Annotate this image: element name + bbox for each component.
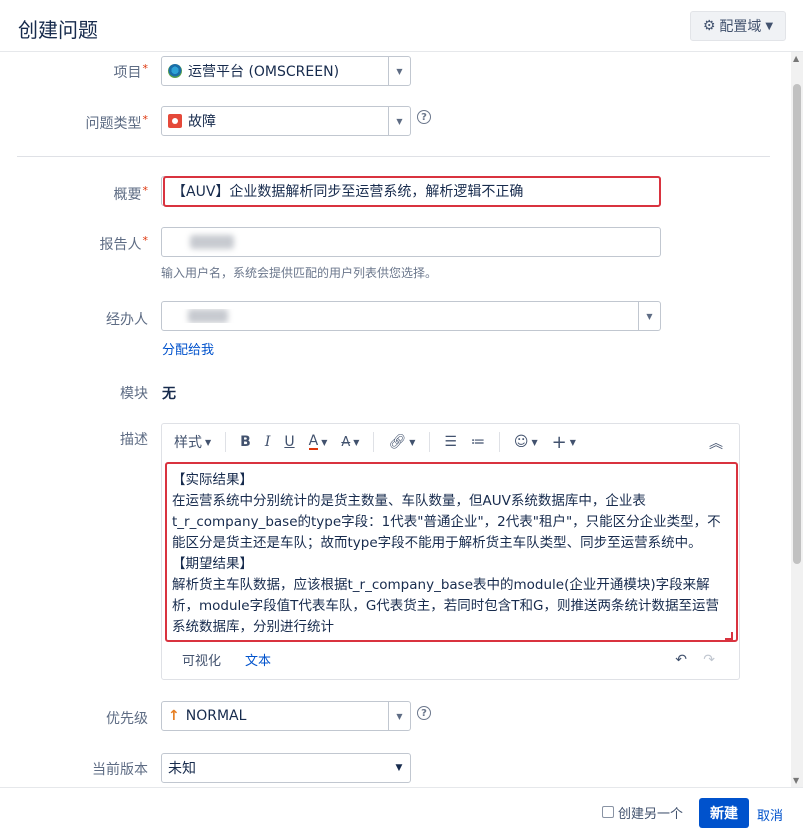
chevron-down-icon: ▼	[353, 437, 360, 447]
visual-mode-tab[interactable]: 可视化	[182, 650, 221, 669]
bullet-list-button[interactable]: ☰	[444, 434, 457, 450]
resize-handle[interactable]	[725, 632, 733, 640]
toolbar-separator	[225, 432, 227, 452]
more-formatting-button[interactable]: A ▼	[341, 435, 359, 450]
issue-type-select[interactable]: 故障 ▼	[161, 106, 411, 136]
plus-icon: +	[551, 431, 567, 453]
link-button[interactable]: 🔗︎ ▼	[388, 434, 415, 450]
dialog-footer: 创建另一个 新建 取消	[0, 787, 803, 837]
arrow-up-icon: ↑	[168, 708, 180, 724]
priority-dropdown-icon[interactable]: ▼	[388, 702, 410, 730]
project-label: 项目*	[113, 62, 149, 81]
section-divider	[17, 156, 770, 157]
version-select[interactable]: 未知 ▼	[161, 753, 411, 783]
style-dropdown[interactable]: 样式 ▼	[174, 432, 211, 452]
component-label: 模块	[120, 386, 148, 402]
emoji-icon: ☺	[513, 434, 529, 450]
description-label: 描述	[120, 432, 148, 448]
help-icon[interactable]: ?	[417, 110, 431, 124]
project-value: 运营平台 (OMSCREEN)	[188, 64, 340, 80]
component-value: 无	[162, 386, 176, 402]
dialog-scrollbar[interactable]: ▲ ▼	[791, 52, 803, 787]
configure-fields-button[interactable]: ⚙ 配置域 ▼	[690, 11, 786, 41]
summary-highlight-box	[163, 176, 661, 207]
project-select[interactable]: 运营平台 (OMSCREEN) ▼	[161, 56, 411, 86]
help-icon[interactable]: ?	[417, 706, 431, 720]
chevron-down-icon: ▼	[531, 437, 538, 447]
assignee-label: 经办人	[106, 312, 148, 328]
numbered-list-icon: ≔	[470, 434, 485, 450]
toolbar-separator	[498, 432, 500, 452]
bold-button[interactable]: B	[240, 434, 251, 450]
assignee-redacted-name	[188, 309, 228, 323]
version-dropdown-icon[interactable]: ▼	[388, 763, 410, 773]
priority-value: NORMAL	[185, 708, 247, 724]
caret-down-icon: ▼	[765, 20, 774, 32]
assignee-select[interactable]: ▼	[161, 301, 661, 331]
dialog-title: 创建问题	[18, 18, 98, 42]
text-mode-tab[interactable]: 文本	[245, 650, 271, 669]
summary-label: 概要*	[113, 184, 149, 203]
scroll-down-icon[interactable]: ▼	[793, 776, 799, 785]
reporter-hint: 输入用户名，系统会提供匹配的用户列表供您选择。	[161, 266, 438, 280]
issue-type-dropdown-icon[interactable]: ▼	[388, 107, 410, 135]
emoji-button[interactable]: ☺ ▼	[514, 434, 538, 450]
description-highlight-box	[165, 462, 738, 642]
priority-select[interactable]: ↑ NORMAL ▼	[161, 701, 411, 731]
issue-type-label: 问题类型*	[85, 113, 149, 132]
dialog-header: 创建问题 ⚙ 配置域 ▼	[0, 0, 803, 52]
collapse-toolbar-icon[interactable]: ︽	[709, 433, 723, 453]
issue-type-value: 故障	[188, 114, 216, 130]
insert-more-button[interactable]: + ▼	[552, 432, 576, 453]
cancel-link[interactable]: 取消	[757, 805, 783, 824]
bug-icon	[168, 114, 182, 128]
numbered-list-button[interactable]: ≔	[471, 434, 485, 450]
chevron-down-icon: ▼	[409, 437, 416, 447]
redo-icon[interactable]: ↷	[703, 652, 715, 668]
undo-icon[interactable]: ↶	[675, 652, 687, 668]
reporter-redacted-name	[190, 235, 234, 249]
chevron-down-icon: ▼	[569, 437, 576, 447]
version-label: 当前版本	[92, 762, 148, 778]
priority-label: 优先级	[106, 711, 148, 727]
create-another-checkbox[interactable]	[602, 806, 614, 818]
chevron-down-icon: ▼	[321, 437, 328, 447]
version-value: 未知	[168, 761, 196, 777]
assign-to-me-link[interactable]: 分配给我	[162, 339, 214, 358]
create-button[interactable]: 新建	[699, 798, 749, 828]
scroll-up-icon[interactable]: ▲	[793, 54, 799, 63]
editor-mode-bar: 可视化 文本 ↶ ↷	[162, 646, 739, 676]
toolbar-separator	[373, 432, 375, 452]
reporter-label: 报告人*	[99, 234, 149, 253]
italic-button[interactable]: I	[265, 434, 271, 450]
gear-icon: ⚙	[702, 18, 716, 34]
bullet-list-icon: ☰	[444, 434, 457, 450]
project-dropdown-icon[interactable]: ▼	[388, 57, 410, 85]
create-another-label[interactable]: 创建另一个	[618, 803, 683, 822]
text-color-button[interactable]: A ▼	[308, 434, 328, 450]
reporter-input[interactable]	[161, 227, 661, 257]
link-icon: 🔗︎	[388, 434, 407, 450]
toolbar-separator	[429, 432, 431, 452]
configure-fields-label: 配置域	[719, 19, 762, 35]
underline-button[interactable]: U	[284, 434, 294, 450]
description-editor[interactable]: 样式 ▼ B I U A ▼ A ▼ 🔗︎ ▼ ☰ ≔ ☺ ▼ + ▼ ︽ 【实际结果】 在…	[161, 423, 740, 680]
assignee-dropdown-icon[interactable]: ▼	[638, 302, 660, 330]
editor-toolbar: 样式 ▼ B I U A ▼ A ▼ 🔗︎ ▼ ☰ ≔ ☺ ▼ + ▼ ︽	[162, 424, 739, 460]
project-icon	[168, 64, 182, 78]
scrollbar-thumb[interactable]	[793, 84, 801, 564]
chevron-down-icon: ▼	[205, 437, 212, 447]
